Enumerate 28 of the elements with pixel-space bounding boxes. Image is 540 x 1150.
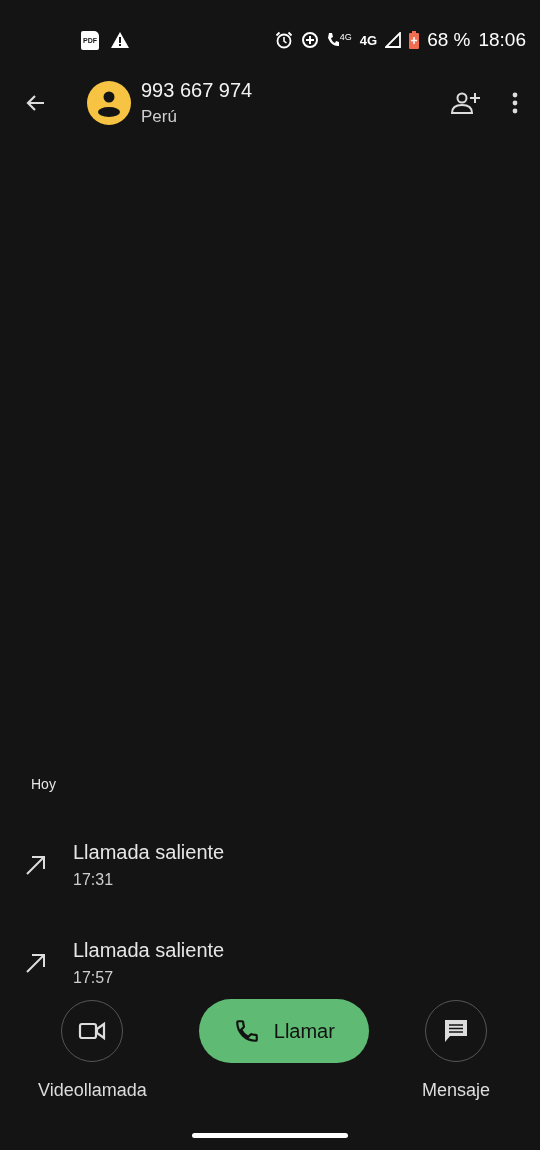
outgoing-arrow-icon xyxy=(25,952,47,974)
outgoing-arrow-icon xyxy=(25,854,47,876)
alarm-clock-icon xyxy=(274,31,293,49)
country-label: Perú xyxy=(141,107,178,127)
video-camera-icon xyxy=(78,1021,107,1041)
more-icon xyxy=(512,92,518,114)
call-time: 17:57 xyxy=(73,969,115,987)
network-type: 4G xyxy=(339,32,352,42)
signal-icon xyxy=(385,32,402,48)
phone-number: 993 667 974 xyxy=(141,79,254,102)
add-person-icon xyxy=(450,91,482,115)
battery-level: 68 % xyxy=(427,29,471,51)
avatar-icon xyxy=(87,81,131,125)
battery-icon xyxy=(409,31,420,49)
call-type: Llamada saliente xyxy=(73,841,225,864)
message-icon xyxy=(442,1018,469,1044)
clock-time: 18:06 xyxy=(478,29,526,51)
call-button[interactable]: Llamar xyxy=(199,999,370,1063)
call-type: Llamada saliente xyxy=(73,939,225,962)
network-type: 4G xyxy=(359,32,378,48)
data-saver-icon xyxy=(300,31,319,49)
video-call-label: Videollamada xyxy=(38,1080,147,1101)
call-time: 17:31 xyxy=(73,871,115,889)
phone-icon xyxy=(326,32,339,48)
date-heading: Hoy xyxy=(30,776,57,792)
warning-icon xyxy=(111,32,129,48)
phone-icon xyxy=(233,1018,260,1044)
message-label: Mensaje xyxy=(421,1080,490,1101)
